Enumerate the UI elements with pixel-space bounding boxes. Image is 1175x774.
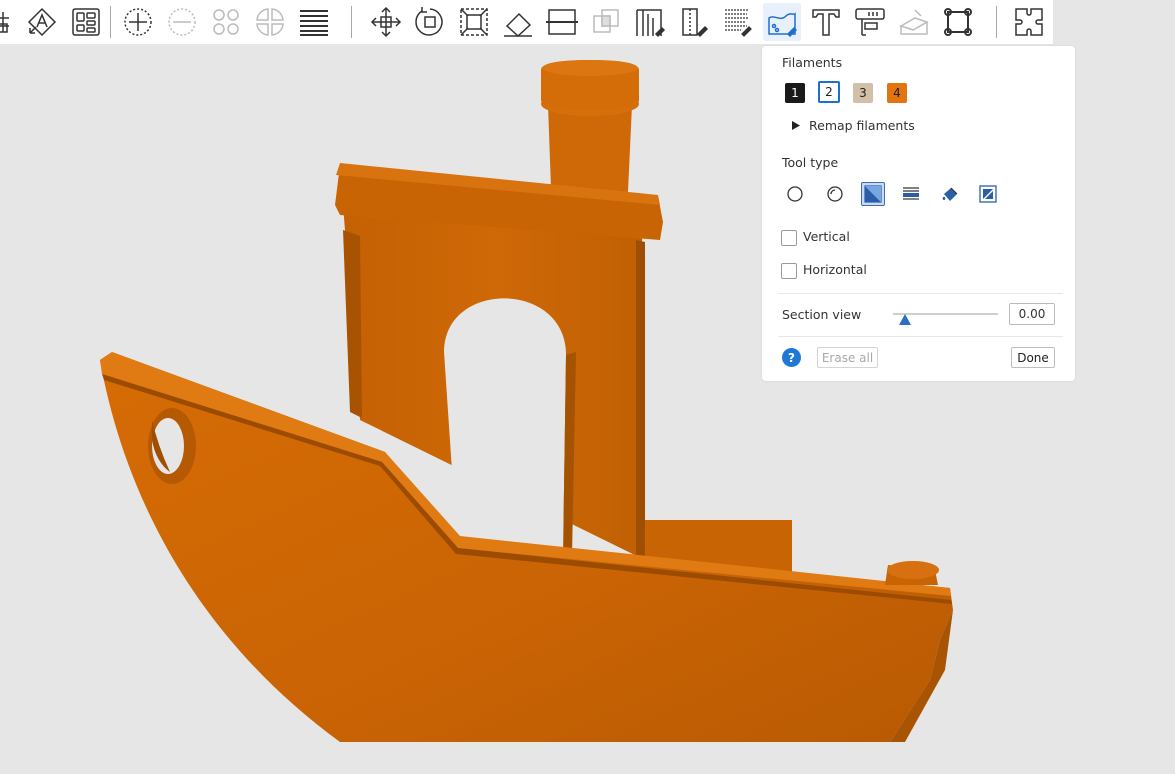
circle-brush-icon[interactable] bbox=[783, 182, 807, 206]
color-painting-panel: Filaments 1 2 3 4 Remap filaments Tool t… bbox=[762, 46, 1075, 381]
move-icon[interactable] bbox=[367, 3, 405, 41]
filament-swatch-label: 4 bbox=[893, 86, 901, 100]
panel-divider bbox=[778, 336, 1063, 337]
help-glyph: ? bbox=[788, 350, 795, 365]
seam-painting-icon[interactable] bbox=[675, 3, 713, 41]
model-chimney bbox=[548, 105, 632, 192]
remove-instance-icon[interactable] bbox=[163, 3, 201, 41]
sphere-brush-icon[interactable] bbox=[823, 182, 847, 206]
fuzzy-skin-icon[interactable] bbox=[719, 3, 757, 41]
lay-on-face-icon[interactable] bbox=[499, 3, 537, 41]
filament-swatch-2[interactable]: 2 bbox=[818, 81, 840, 103]
help-icon[interactable]: ? bbox=[782, 348, 801, 367]
bucket-fill-icon[interactable] bbox=[938, 182, 962, 206]
filaments-label: Filaments bbox=[782, 55, 843, 70]
main-toolbar bbox=[0, 0, 1053, 44]
horizontal-checkbox[interactable] bbox=[781, 263, 797, 279]
assembly-icon[interactable] bbox=[895, 3, 933, 41]
split-parts-icon[interactable] bbox=[251, 3, 289, 41]
section-view-label: Section view bbox=[782, 307, 862, 322]
filament-swatch-label: 1 bbox=[791, 86, 799, 100]
height-range-icon[interactable] bbox=[899, 182, 923, 206]
auto-orient-icon[interactable] bbox=[23, 3, 61, 41]
done-button[interactable]: Done bbox=[1011, 347, 1055, 368]
scale-icon[interactable] bbox=[455, 3, 493, 41]
vertical-checkbox[interactable] bbox=[781, 230, 797, 246]
filament-swatch-label: 3 bbox=[859, 86, 867, 100]
assembly-view-icon[interactable] bbox=[1010, 3, 1048, 41]
toolbar-separator bbox=[351, 6, 352, 38]
arrange-icon[interactable] bbox=[67, 3, 105, 41]
filament-swatch-3[interactable]: 3 bbox=[853, 83, 873, 103]
filament-swatch-label: 2 bbox=[825, 85, 833, 99]
support-painting-icon[interactable] bbox=[631, 3, 669, 41]
horizontal-label: Horizontal bbox=[803, 262, 867, 277]
slider-thumb-icon[interactable] bbox=[898, 314, 911, 326]
section-view-input[interactable]: 0.00 bbox=[1009, 303, 1055, 325]
measure-icon[interactable] bbox=[851, 3, 889, 41]
mesh-boolean-icon[interactable] bbox=[587, 3, 625, 41]
add-instance-icon[interactable] bbox=[119, 3, 157, 41]
brim-ears-icon[interactable] bbox=[939, 3, 977, 41]
filament-swatch-1[interactable]: 1 bbox=[785, 83, 805, 103]
panel-divider bbox=[778, 293, 1063, 294]
expand-triangle-icon bbox=[792, 121, 800, 130]
remap-filaments-label: Remap filaments bbox=[809, 118, 915, 133]
rotate-icon[interactable] bbox=[411, 3, 449, 41]
erase-all-button[interactable]: Erase all bbox=[817, 347, 878, 368]
color-painting-icon[interactable] bbox=[763, 3, 801, 41]
remap-filaments-toggle[interactable]: Remap filaments bbox=[792, 118, 915, 133]
vertical-label: Vertical bbox=[803, 229, 850, 244]
split-objects-icon[interactable] bbox=[207, 3, 245, 41]
toolbar-separator bbox=[996, 6, 997, 38]
grid-icon[interactable] bbox=[0, 3, 24, 41]
cut-icon[interactable] bbox=[543, 3, 581, 41]
toolbar-separator bbox=[110, 6, 111, 38]
layers-editing-icon[interactable] bbox=[295, 3, 333, 41]
tool-type-label: Tool type bbox=[782, 155, 839, 170]
triangle-fill-icon[interactable] bbox=[861, 182, 885, 206]
model-door bbox=[444, 298, 566, 556]
gap-fill-icon[interactable] bbox=[976, 182, 1000, 206]
filament-swatch-4[interactable]: 4 bbox=[887, 83, 907, 103]
section-view-slider[interactable] bbox=[893, 303, 998, 327]
text-shape-icon[interactable] bbox=[807, 3, 845, 41]
